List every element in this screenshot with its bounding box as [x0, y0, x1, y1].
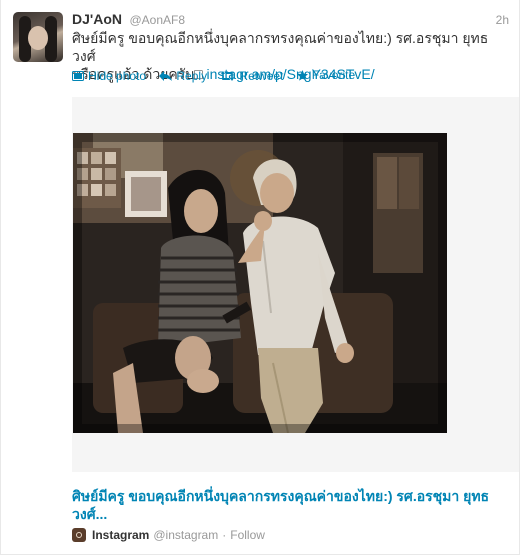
- tweet-text-line1: ศิษย์มีครู ขอบคุณอีกหนึ่งบุคลากรทรงคุณค่…: [72, 30, 489, 64]
- favorite-label: Favorite: [311, 68, 356, 82]
- star-icon: [296, 69, 308, 81]
- card-source-name[interactable]: Instagram: [92, 528, 149, 542]
- reply-icon: [159, 70, 173, 81]
- photo-scene: [73, 133, 447, 433]
- card-source-handle[interactable]: @instagram: [153, 528, 218, 542]
- retweet-button[interactable]: Retweet: [220, 69, 283, 83]
- hide-photo-button[interactable]: Hide photo: [72, 69, 146, 83]
- tweet-photo[interactable]: [73, 133, 447, 433]
- favorite-button[interactable]: Favorite: [296, 68, 356, 82]
- card-title-link[interactable]: ศิษย์มีครู ขอบคุณอีกหนึ่งบุคลากรทรงคุณค่…: [72, 487, 492, 523]
- avatar[interactable]: [13, 12, 63, 62]
- user-handle[interactable]: @AonAF8: [129, 13, 185, 27]
- reply-label: Reply: [176, 68, 208, 83]
- tweet-actions: Hide photo Reply Retweet Favorite: [72, 68, 365, 84]
- instagram-icon[interactable]: [72, 528, 86, 542]
- tweet-header: DJ'AoN @AonAF8: [72, 11, 185, 29]
- tweet-timestamp[interactable]: 2h: [496, 13, 509, 27]
- avatar-face: [28, 26, 48, 50]
- retweet-icon: [221, 70, 235, 81]
- reply-button[interactable]: Reply: [159, 69, 207, 83]
- hide-photo-label: Hide photo: [88, 68, 147, 83]
- tweet-container: DJ'AoN @AonAF8 2h ศิษย์มีครู ขอบคุณอีกหน…: [0, 0, 520, 555]
- photo-icon: [72, 70, 84, 81]
- display-name[interactable]: DJ'AoN: [72, 11, 122, 27]
- card-source: Instagram @instagram · Follow: [72, 528, 265, 542]
- retweet-label: Retweet: [239, 68, 284, 83]
- follow-button[interactable]: Follow: [230, 528, 265, 542]
- card-source-separator: ·: [222, 528, 227, 542]
